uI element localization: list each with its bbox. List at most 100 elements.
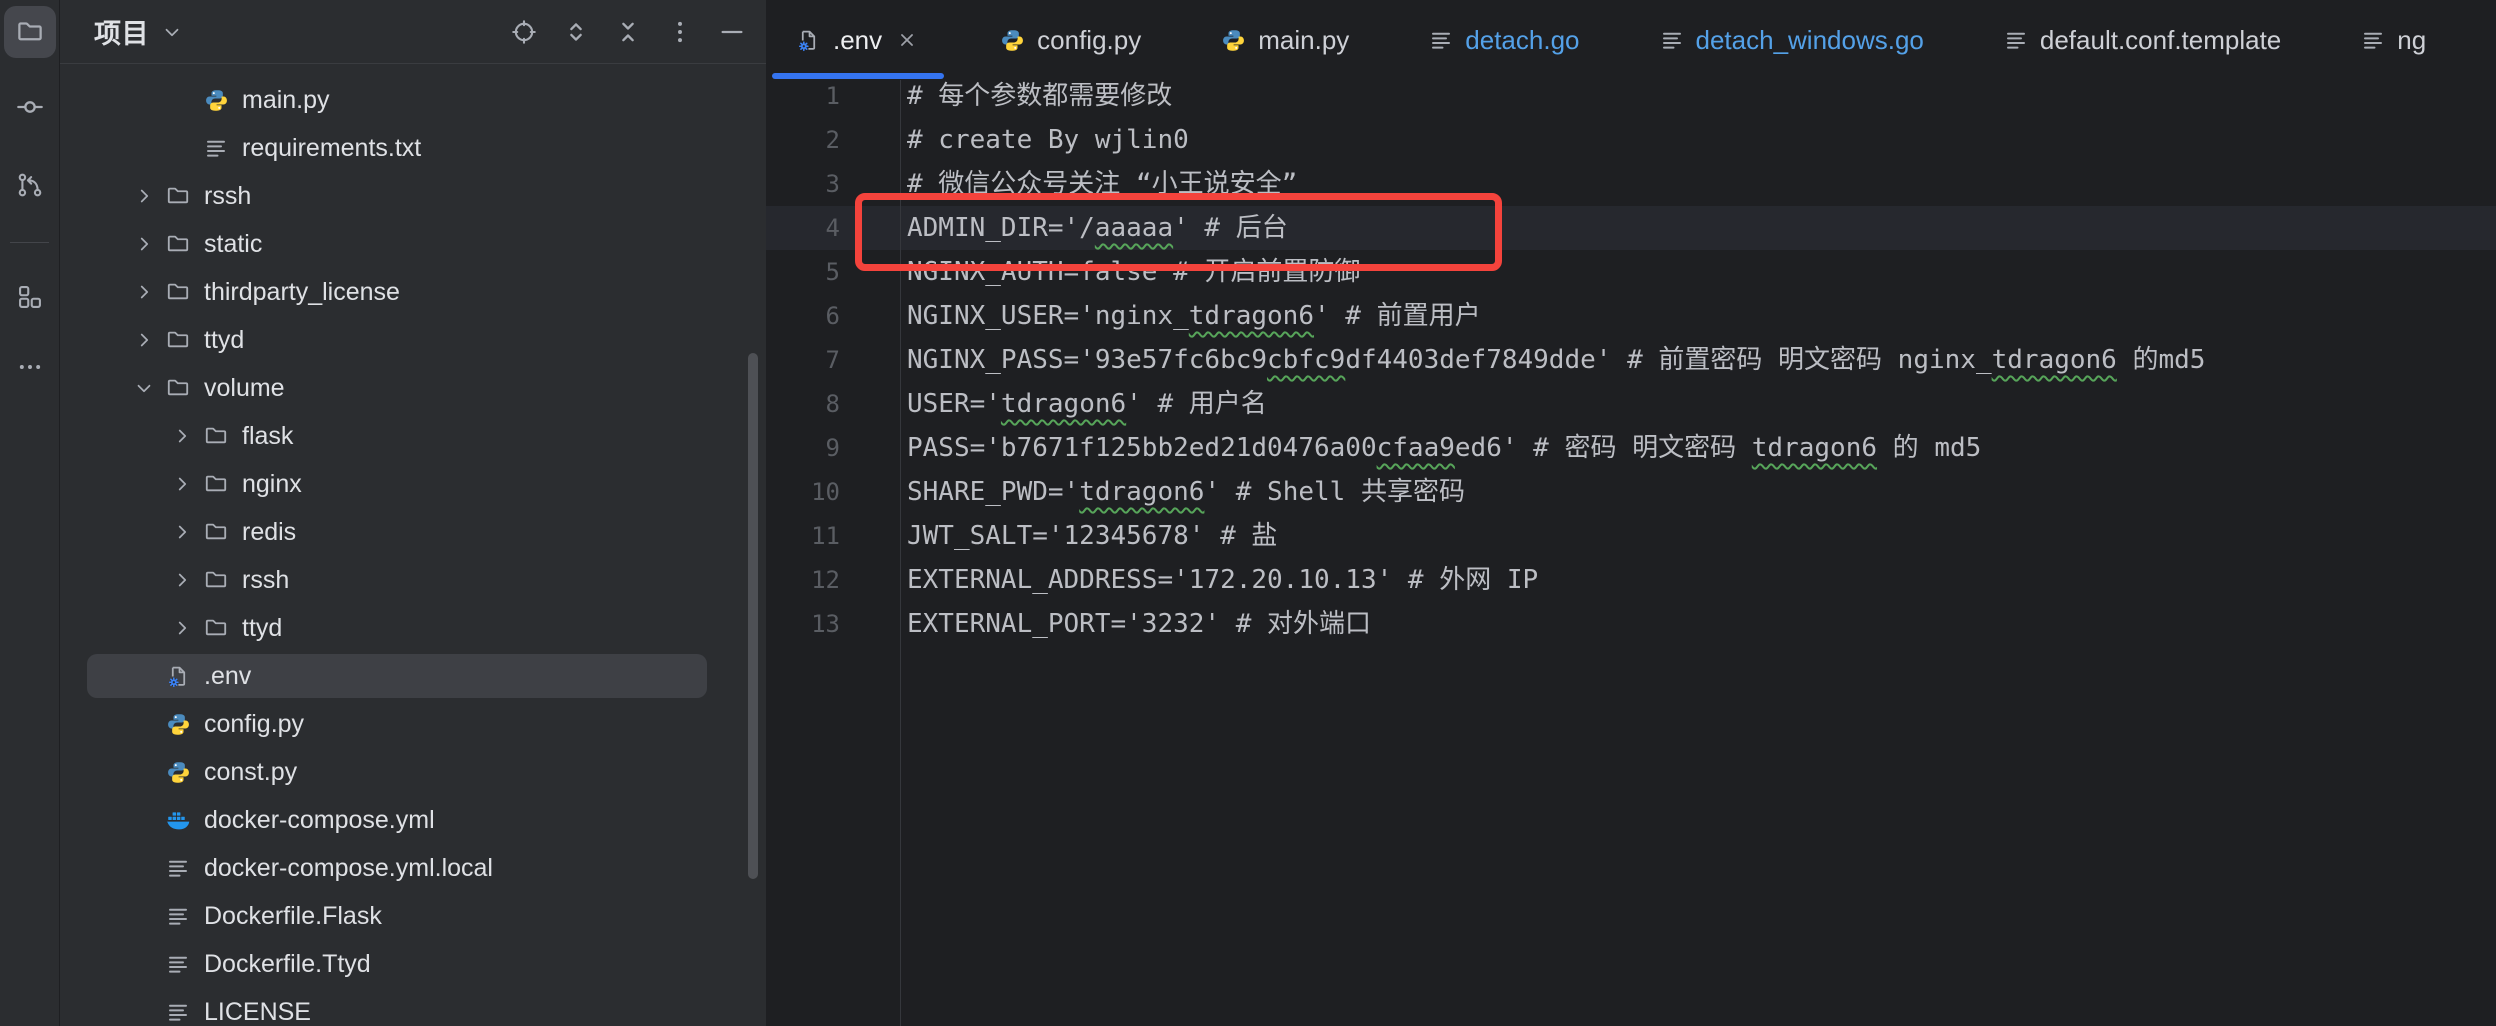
tree-row-rssh[interactable]: rssh [60,556,766,604]
indent-spacer [132,856,156,880]
line-number[interactable]: 13 [766,602,840,646]
collapse-all-button[interactable] [608,12,648,52]
tree-row-static[interactable]: static [60,220,766,268]
tree-row-.env[interactable]: .env [60,652,766,700]
activity-button-commit[interactable] [4,81,56,133]
activity-button-structure[interactable] [4,271,56,323]
tree-row-rssh[interactable]: rssh [60,172,766,220]
editor-tab-main.py[interactable]: main.py [1195,0,1375,80]
chevron-right-icon[interactable] [170,520,194,544]
code-line-3[interactable]: 3# 微信公众号关注 “小王说安全” [766,162,2496,206]
line-number[interactable]: 2 [766,118,840,162]
tree-row-const.py[interactable]: const.py [60,748,766,796]
editor-tab-bar: .env config.py main.py detach.go detach_wind… [766,0,2496,80]
tab-label: main.py [1258,25,1349,56]
editor-tab-ng[interactable]: ng [2335,0,2452,80]
indent-spacer [132,808,156,832]
code-line-2[interactable]: 2# create By wjlin0 [766,118,2496,162]
line-number[interactable]: 10 [766,470,840,514]
locate-button[interactable] [504,12,544,52]
chevron-down-icon[interactable] [132,376,156,400]
chevron-right-icon[interactable] [132,232,156,256]
chevron-right-icon[interactable] [170,424,194,448]
editor-tab-detach.go[interactable]: detach.go [1403,0,1605,80]
code-line-10[interactable]: 10SHARE_PWD='tdragon6' # Shell 共享密码 [766,470,2496,514]
project-view-selector[interactable]: 项目 [94,12,183,51]
tree-row-redis[interactable]: redis [60,508,766,556]
tree-row-docker-compose.yml[interactable]: docker-compose.yml [60,796,766,844]
project-tree-scrollbar[interactable] [748,353,758,879]
project-title: 项目 [94,12,149,51]
tree-row-flask[interactable]: flask [60,412,766,460]
commit-icon [16,93,44,121]
locate-icon [510,18,538,46]
code-line-4[interactable]: 4ADMIN_DIR='/aaaaa' # 后台 [766,206,2496,250]
tree-item-label: ttyd [242,614,282,643]
code-editor-surface[interactable]: 1# 每个参数都需要修改2# create By wjlin03# 微信公众号关… [766,74,2496,1026]
chevron-right-icon[interactable] [170,568,194,592]
chevron-right-icon[interactable] [132,184,156,208]
tree-item-label: config.py [204,710,304,739]
tree-row-thirdparty-license[interactable]: thirdparty_license [60,268,766,316]
chevron-right-icon[interactable] [132,328,156,352]
code-line-6[interactable]: 6NGINX_USER='nginx_tdragon6' # 前置用户 [766,294,2496,338]
line-number[interactable]: 12 [766,558,840,602]
hide-panel-button[interactable] [712,12,752,52]
editor-tab-detach-windows.go[interactable]: detach_windows.go [1634,0,1950,80]
typo-underlined-text: tdragon6 [1752,433,1877,463]
line-number[interactable]: 4 [766,206,840,250]
line-text: EXTERNAL_PORT='3232' # 对外端口 [907,602,1371,646]
chevron-right-icon[interactable] [132,280,156,304]
tree-row-ttyd[interactable]: ttyd [60,316,766,364]
tree-row-dockerfile.ttyd[interactable]: Dockerfile.Ttyd [60,940,766,988]
folder-icon [164,374,192,402]
code-line-11[interactable]: 11 JWT_SALT='12345678' # 盐 [766,514,2496,558]
tree-row-ttyd[interactable]: ttyd [60,604,766,652]
more-kebab-button[interactable] [660,12,700,52]
tree-item-label: Dockerfile.Ttyd [204,950,371,979]
code-line-13[interactable]: 13 EXTERNAL_PORT='3232' # 对外端口 [766,602,2496,646]
chevron-right-icon[interactable] [170,616,194,640]
folder-icon [202,518,230,546]
line-number[interactable]: 6 [766,294,840,338]
tree-row-dockerfile.flask[interactable]: Dockerfile.Flask [60,892,766,940]
close-icon[interactable] [894,27,920,53]
line-number[interactable]: 11 [766,514,840,558]
editor-tab-.env[interactable]: .env [770,0,946,80]
indent-spacer [132,1000,156,1024]
line-text: JWT_SALT='12345678' # 盐 [907,514,1277,558]
tree-row-license[interactable]: LICENSE [60,988,766,1026]
tree-row-config.py[interactable]: config.py [60,700,766,748]
folder-icon [202,566,230,594]
tree-row-requirements.txt[interactable]: requirements.txt [60,124,766,172]
activity-button-version-control[interactable] [4,159,56,211]
tree-row-nginx[interactable]: nginx [60,460,766,508]
code-line-8[interactable]: 8USER='tdragon6' # 用户名 [766,382,2496,426]
tree-item-label: volume [204,374,285,403]
code-line-1[interactable]: 1# 每个参数都需要修改 [766,74,2496,118]
project-toolbar: 项目 [60,0,766,64]
editor-tab-default.conf.template[interactable]: default.conf.template [1978,0,2307,80]
line-number[interactable]: 3 [766,162,840,206]
expand-all-button[interactable] [556,12,596,52]
code-line-12[interactable]: 12EXTERNAL_ADDRESS='172.20.10.13' # 外网 I… [766,558,2496,602]
line-number[interactable]: 9 [766,426,840,470]
line-number[interactable]: 1 [766,74,840,118]
line-number[interactable]: 5 [766,250,840,294]
code-line-9[interactable]: 9PASS='b7671f125bb2ed21d0476a00cfaa9ed6'… [766,426,2496,470]
editor-tab-config.py[interactable]: config.py [974,0,1167,80]
activity-button-project-folder[interactable] [4,6,56,58]
chevron-down-icon [161,21,183,43]
line-number[interactable]: 8 [766,382,840,426]
tree-row-volume[interactable]: volume [60,364,766,412]
activity-button-more-tools[interactable] [4,341,56,393]
line-number[interactable]: 7 [766,338,840,382]
folder-icon [202,422,230,450]
tree-row-main.py[interactable]: main.py [60,76,766,124]
code-line-5[interactable]: 5NGINX_AUTH=false # 开启前置防御 [766,250,2496,294]
code-line-7[interactable]: 7NGINX_PASS='93e57fc6bc9cbfc9df4403def78… [766,338,2496,382]
chevron-right-icon[interactable] [170,472,194,496]
project-tree: main.pyrequirements.txtrsshstaticthirdpa… [60,64,766,1026]
tree-item-label: thirdparty_license [204,278,400,307]
tree-row-docker-compose.yml.local[interactable]: docker-compose.yml.local [60,844,766,892]
